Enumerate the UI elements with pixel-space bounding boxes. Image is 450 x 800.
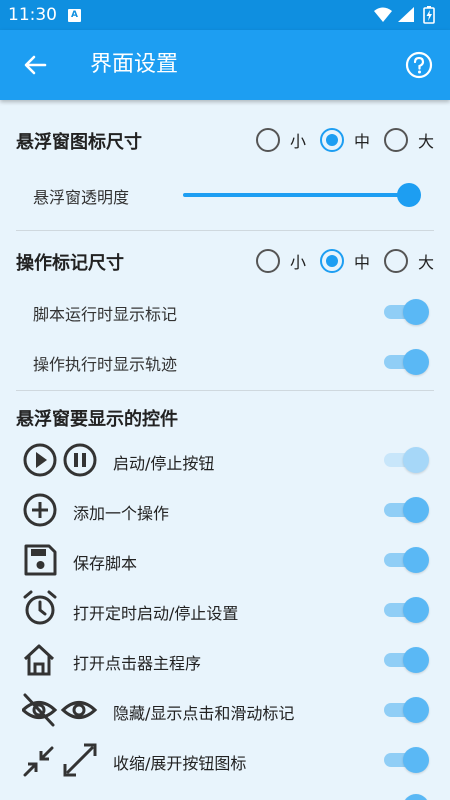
radio-label: 小	[289, 253, 306, 272]
control-label: 保存脚本	[73, 554, 138, 573]
radio-label: 中	[353, 253, 370, 272]
radio-label: 大	[417, 253, 434, 272]
show-marker-label: 脚本运行时显示标记	[33, 305, 178, 324]
control-switch-main-app[interactable]	[384, 645, 429, 675]
slider-thumb[interactable]	[397, 183, 421, 207]
control-label: 启动/停止按钮	[113, 454, 215, 473]
alarm-icon	[23, 590, 57, 625]
page-title: 界面设置	[90, 52, 179, 77]
control-icons	[22, 590, 62, 626]
transparency-slider[interactable]	[183, 180, 423, 210]
eye-off-icon	[22, 693, 58, 727]
control-icons	[22, 642, 62, 678]
control-switch-collapse[interactable]	[384, 745, 429, 775]
notification-icon: A	[68, 9, 81, 22]
app-bar: 界面设置	[0, 30, 450, 100]
marker-size-radio-group: 小 中 大	[242, 246, 434, 276]
control-icons	[22, 442, 102, 478]
radio-circle[interactable]	[319, 128, 344, 152]
control-switch-next[interactable]	[384, 792, 428, 800]
marker-size-title: 操作标记尺寸	[16, 253, 124, 274]
radio-circle[interactable]	[255, 249, 280, 273]
show-trace-switch[interactable]	[384, 347, 429, 377]
play-icon	[23, 443, 57, 477]
expand-icon	[63, 743, 97, 777]
control-label: 打开点击器主程序	[73, 654, 202, 673]
show-trace-label: 操作执行时显示轨迹	[33, 355, 178, 374]
control-switch-add-action[interactable]	[384, 495, 429, 525]
radio-circle[interactable]	[255, 128, 280, 152]
divider	[16, 390, 434, 391]
radio-large[interactable]: 大	[383, 249, 434, 273]
transparency-label: 悬浮窗透明度	[33, 188, 130, 207]
radio-circle[interactable]	[383, 128, 408, 152]
settings-content: 悬浮窗图标尺寸 小 中 大 悬浮窗透明度 操作标记尺寸 小 中 大 脚本运行时显…	[0, 100, 450, 800]
radio-circle[interactable]	[383, 249, 408, 273]
status-bar: 11:30 A	[0, 0, 450, 30]
add-icon	[23, 493, 57, 527]
radio-small[interactable]: 小	[255, 249, 306, 273]
control-icons	[22, 492, 62, 528]
control-icons	[22, 692, 102, 728]
control-label: 打开定时启动/停止设置	[73, 604, 239, 623]
save-icon	[24, 544, 57, 576]
control-icons	[22, 790, 62, 800]
control-switch-start-stop[interactable]	[384, 445, 429, 475]
radio-label: 中	[353, 132, 370, 151]
status-time: 11:30	[8, 5, 57, 25]
floating-icon-size-title: 悬浮窗图标尺寸	[16, 132, 142, 153]
signal-icon	[398, 7, 414, 22]
help-icon[interactable]	[404, 50, 434, 80]
radio-medium[interactable]: 中	[319, 249, 370, 273]
home-icon	[23, 644, 55, 676]
control-icons	[22, 542, 62, 578]
control-label: 收缩/展开按钮图标	[113, 754, 247, 773]
radio-large[interactable]: 大	[383, 128, 434, 152]
radio-label: 小	[289, 132, 306, 151]
controls-title: 悬浮窗要显示的控件	[16, 409, 178, 430]
collapse-icon	[23, 746, 54, 777]
wifi-icon	[374, 7, 392, 22]
back-arrow-icon[interactable]	[20, 50, 50, 80]
divider	[16, 230, 434, 231]
pause-icon	[63, 443, 97, 477]
radio-medium[interactable]: 中	[319, 128, 370, 152]
control-label: 隐藏/显示点击和滑动标记	[113, 704, 295, 723]
control-switch-markers[interactable]	[384, 695, 429, 725]
status-icons	[374, 6, 435, 24]
slider-track[interactable]	[183, 193, 411, 197]
radio-circle[interactable]	[319, 249, 344, 273]
control-icons	[22, 742, 102, 778]
eye-icon	[60, 701, 98, 719]
control-switch-timer[interactable]	[384, 595, 429, 625]
radio-label: 大	[417, 132, 434, 151]
control-switch-save-script[interactable]	[384, 545, 429, 575]
battery-icon	[423, 6, 435, 24]
floating-icon-size-radio-group: 小 中 大	[242, 125, 434, 155]
show-marker-switch[interactable]	[384, 297, 429, 327]
control-label: 添加一个操作	[73, 504, 170, 523]
radio-small[interactable]: 小	[255, 128, 306, 152]
